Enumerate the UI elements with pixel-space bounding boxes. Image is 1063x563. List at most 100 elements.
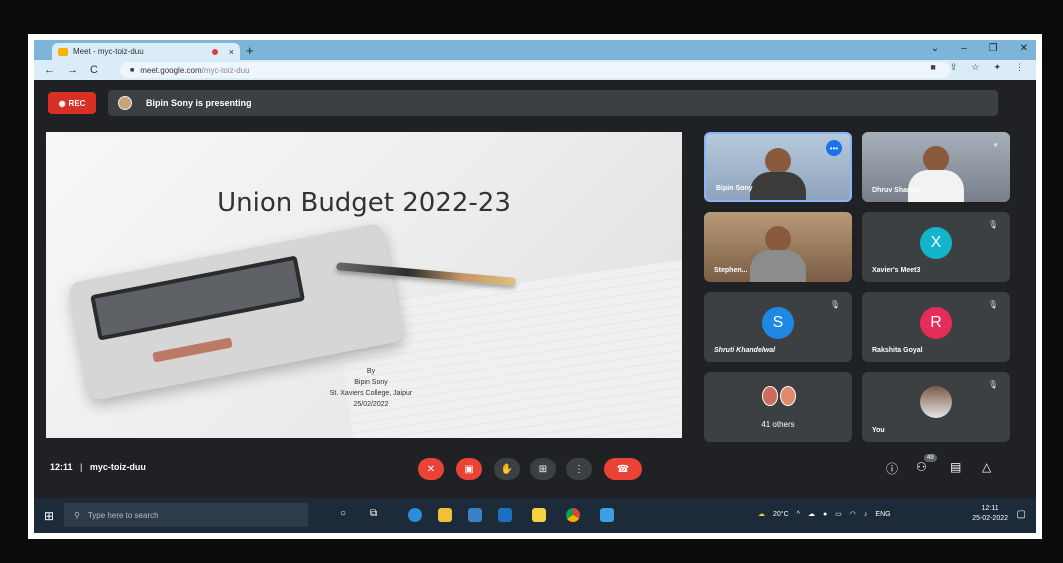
- weather-icon[interactable]: ☁: [758, 510, 765, 518]
- file-explorer-icon[interactable]: [438, 508, 452, 522]
- leave-call-button[interactable]: ☎: [604, 458, 642, 480]
- info-icon[interactable]: ⓘ: [886, 460, 898, 477]
- taskbar-search-input[interactable]: ⚲ Type here to search: [64, 503, 308, 527]
- presenting-text: Bipin Sony is presenting: [146, 98, 252, 108]
- slide-by: By: [366, 368, 376, 375]
- chevron-down-icon[interactable]: ⌄: [931, 43, 939, 54]
- window-controls: ⌄ – ❐ ✕: [931, 43, 1028, 54]
- participant-tile[interactable]: Stephen...: [704, 212, 852, 282]
- browser-tab[interactable]: Meet - myc-toiz-duu ×: [52, 43, 240, 60]
- participant-name: Dhruv Sharma: [872, 187, 920, 194]
- chrome-icon[interactable]: [566, 508, 580, 522]
- participant-video: [765, 226, 791, 252]
- extension-icon[interactable]: ✦: [993, 62, 1001, 73]
- participant-tile[interactable]: ● Dhruv Sharma: [862, 132, 1010, 202]
- clock-date: 25-02-2022: [972, 515, 1008, 522]
- url-path: /myc-toiz-duu: [201, 65, 250, 75]
- system-tray: ☁ 20°C ^ ☁ ● ▭ ◠ ♪ ENG: [758, 510, 891, 519]
- share-icon[interactable]: ⇪: [950, 62, 958, 73]
- screen: Meet - myc-toiz-duu × + ⌄ – ❐ ✕ ← → C ■: [34, 40, 1036, 533]
- photo-background: Meet - myc-toiz-duu × + ⌄ – ❐ ✕ ← → C ■: [0, 0, 1063, 563]
- participants-badge: 49: [924, 454, 937, 462]
- participant-name: Rakshita Goyal: [872, 347, 923, 354]
- volume-icon[interactable]: ♪: [864, 511, 868, 518]
- search-icon: ⚲: [74, 510, 80, 520]
- participant-video: [923, 146, 949, 172]
- recording-badge: ◉ REC: [48, 92, 96, 114]
- participant-tile[interactable]: R 🎙︎ Rakshita Goyal: [862, 292, 1010, 362]
- recording-dot-icon: [211, 48, 218, 55]
- mic-toggle-button[interactable]: ✕: [418, 458, 444, 480]
- close-icon[interactable]: ✕: [1020, 43, 1028, 54]
- weather-temp: 20°C: [773, 510, 789, 518]
- speaking-indicator-icon: •••: [826, 140, 842, 156]
- back-icon[interactable]: ←: [44, 64, 55, 76]
- wifi-icon[interactable]: ◠: [850, 510, 856, 518]
- rec-label: REC: [68, 98, 86, 108]
- taskbar-clock[interactable]: 12:11 25-02-2022: [972, 504, 1008, 524]
- activities-icon[interactable]: △: [982, 460, 991, 474]
- mic-off-icon: 🎙︎: [987, 380, 998, 389]
- mic-off-icon: 🎙︎: [829, 300, 840, 309]
- menu-dots-icon[interactable]: ⋮: [1015, 62, 1024, 73]
- clock-time: 12:11: [981, 505, 999, 512]
- participant-tile[interactable]: S 🎙︎ Shruti Khandelwal: [704, 292, 852, 362]
- people-icon[interactable]: ⚇ 49: [916, 454, 937, 474]
- url-input[interactable]: ■ meet.google.com /myc-toiz-duu: [120, 62, 950, 78]
- windows-start-icon[interactable]: ⊞: [44, 509, 54, 523]
- star-icon[interactable]: ☆: [971, 62, 979, 73]
- meet-favicon-icon: [58, 47, 68, 56]
- address-bar-icons: ■ ⇪ ☆ ✦ ⋮: [930, 62, 1024, 73]
- language-indicator[interactable]: ENG: [875, 511, 890, 518]
- tab-close-icon[interactable]: ×: [229, 47, 234, 57]
- search-placeholder: Type here to search: [87, 510, 159, 520]
- mail-icon[interactable]: [498, 508, 512, 522]
- more-options-button[interactable]: ⋮: [566, 458, 592, 480]
- participant-name: Bipin Sony: [716, 185, 753, 192]
- meeting-controls-bar: 12:11 | myc-toiz-duu ✕ ▣ ✋ ⊞ ⋮ ☎ ⓘ ⚇ 49 ▤…: [34, 454, 1036, 484]
- participant-tile[interactable]: ••• Bipin Sony: [704, 132, 852, 202]
- tray-chevron-icon[interactable]: ^: [797, 511, 800, 518]
- self-tile[interactable]: 🎙︎ You: [862, 372, 1010, 442]
- camera-toggle-button[interactable]: ▣: [456, 458, 482, 480]
- participant-avatar: S: [762, 307, 794, 339]
- photos-icon[interactable]: [600, 508, 614, 522]
- store-icon[interactable]: [468, 508, 482, 522]
- participant-tile[interactable]: X 🎙︎ Xavier's Meet3: [862, 212, 1010, 282]
- onedrive-icon[interactable]: ☁: [808, 510, 815, 518]
- participant-name: Xavier's Meet3: [872, 267, 921, 274]
- meeting-time: 12:11: [50, 462, 73, 472]
- others-tile[interactable]: 41 others: [704, 372, 852, 442]
- present-button[interactable]: ⊞: [530, 458, 556, 480]
- lock-icon: ■: [130, 66, 135, 74]
- edge-icon[interactable]: [408, 508, 422, 522]
- forward-icon[interactable]: →: [67, 64, 78, 76]
- task-view-icon[interactable]: ⧉: [370, 508, 384, 522]
- restore-icon[interactable]: ❐: [989, 43, 998, 54]
- tab-title: Meet - myc-toiz-duu: [73, 47, 144, 56]
- notification-icon[interactable]: ▢: [1017, 509, 1026, 520]
- presenter-avatar: [118, 96, 132, 110]
- minimize-icon[interactable]: –: [961, 43, 967, 54]
- meeting-code: myc-toiz-duu: [89, 462, 146, 472]
- url-host: meet.google.com: [140, 65, 202, 75]
- participant-body: [908, 170, 964, 202]
- meeting-info: 12:11 | myc-toiz-duu: [50, 462, 146, 472]
- camera-icon[interactable]: ■: [930, 62, 935, 73]
- reload-icon[interactable]: C: [90, 64, 98, 76]
- participant-video: [765, 148, 791, 174]
- monitor-frame: Meet - myc-toiz-duu × + ⌄ – ❐ ✕ ← → C ■: [28, 34, 1042, 539]
- participant-body: [750, 250, 806, 282]
- raise-hand-button[interactable]: ✋: [494, 458, 520, 480]
- battery-icon[interactable]: ▭: [835, 510, 842, 518]
- mic-off-icon: 🎙︎: [987, 220, 998, 229]
- self-name: You: [872, 427, 885, 434]
- new-tab-button[interactable]: +: [246, 43, 254, 58]
- record-icon: ◉: [58, 98, 66, 108]
- mic-tray-icon[interactable]: ●: [823, 511, 827, 518]
- chat-icon[interactable]: ▤: [950, 460, 961, 474]
- sticky-notes-icon[interactable]: [532, 508, 546, 522]
- participant-name: Stephen...: [714, 267, 748, 274]
- cortana-icon[interactable]: ○: [340, 508, 354, 522]
- slide-date: 25/02/2022: [353, 401, 389, 408]
